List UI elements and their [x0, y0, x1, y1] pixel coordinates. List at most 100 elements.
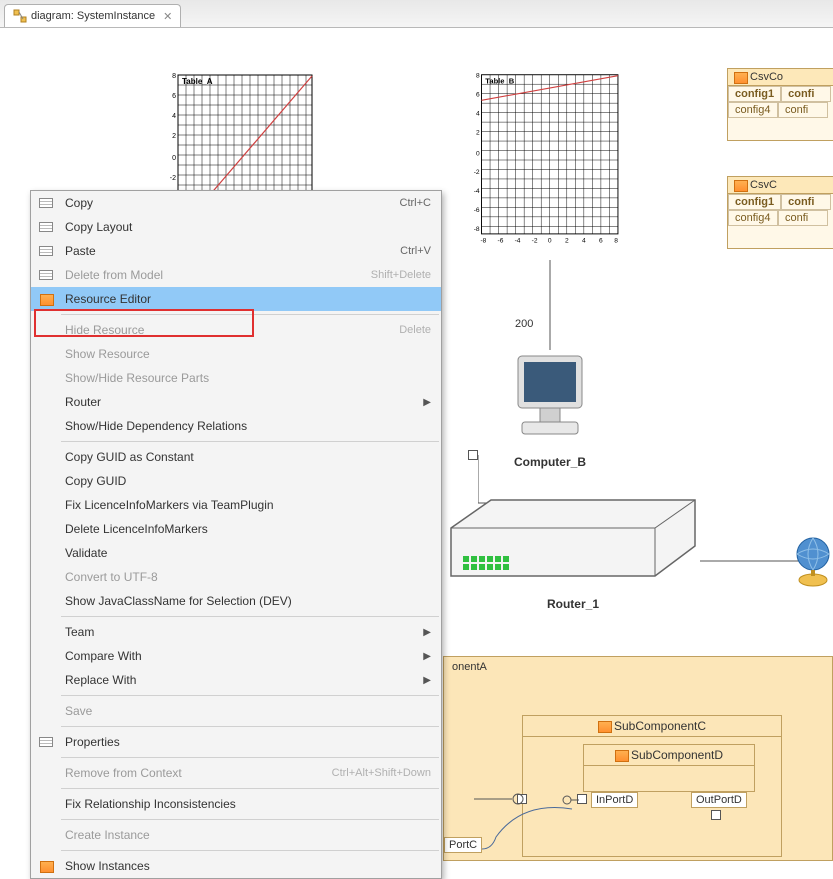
svg-text:-2: -2: [474, 169, 480, 176]
menu-item-team[interactable]: Team▶: [31, 620, 441, 644]
menu-label: Resource Editor: [61, 292, 431, 306]
menu-label: Hide Resource: [61, 323, 399, 337]
menu-label: Show JavaClassName for Selection (DEV): [61, 594, 431, 608]
computer-icon: [500, 348, 600, 448]
svg-text:2: 2: [565, 237, 569, 244]
menu-item-save: Save: [31, 699, 441, 723]
menu-label: Delete from Model: [61, 268, 371, 282]
menu-label: Create Instance: [61, 828, 431, 842]
chart-b-title: Table_B: [485, 76, 514, 85]
tab-bar: diagram: SystemInstance ✕: [0, 0, 833, 28]
svg-text:2: 2: [476, 129, 480, 136]
menu-label: Convert to UTF-8: [61, 570, 431, 584]
menu-label: Router: [61, 395, 415, 409]
component-icon: [615, 750, 627, 760]
close-icon[interactable]: ✕: [163, 10, 172, 23]
paste-icon: [39, 246, 53, 256]
svg-text:-6: -6: [474, 207, 480, 214]
menu-label: Paste: [61, 244, 400, 258]
menu-item-show-instances[interactable]: Show Instances: [31, 854, 441, 878]
port-box[interactable]: [711, 810, 721, 820]
svg-text:8: 8: [614, 237, 618, 244]
menu-item-show-resource: Show Resource: [31, 342, 441, 366]
menu-item-fix-relationship-inconsistencies[interactable]: Fix Relationship Inconsistencies: [31, 792, 441, 816]
menu-label: Copy GUID: [61, 474, 431, 488]
subcomponent-d[interactable]: SubComponentD: [583, 744, 755, 792]
menu-item-resource-editor[interactable]: Resource Editor: [31, 287, 441, 311]
chevron-right-icon: ▶: [415, 675, 431, 686]
diagram-icon: [13, 9, 27, 23]
csv-table-2[interactable]: CsvC config1confi config4confi: [727, 176, 833, 249]
context-menu: CopyCtrl+CCopy LayoutPasteCtrl+VDelete f…: [30, 190, 442, 879]
menu-item-router[interactable]: Router▶: [31, 390, 441, 414]
tab-diagram[interactable]: diagram: SystemInstance ✕: [4, 4, 181, 27]
component-a-label: onentA: [444, 657, 832, 677]
port-box[interactable]: [468, 450, 478, 460]
component-icon: [598, 721, 610, 731]
menu-item-copy-layout[interactable]: Copy Layout: [31, 215, 441, 239]
svg-text:-4: -4: [474, 188, 480, 195]
svg-text:2: 2: [172, 133, 176, 140]
globe-node[interactable]: [793, 536, 833, 593]
menu-item-show-javaclassname-for-selection-dev-[interactable]: Show JavaClassName for Selection (DEV): [31, 589, 441, 613]
menu-item-fix-licenceinfomarkers-via-teamplugin[interactable]: Fix LicenceInfoMarkers via TeamPlugin: [31, 493, 441, 517]
menu-shortcut: Ctrl+Alt+Shift+Down: [332, 767, 431, 779]
svg-text:0: 0: [476, 150, 480, 157]
tab-title: diagram: SystemInstance: [31, 10, 155, 22]
chevron-right-icon: ▶: [415, 627, 431, 638]
component-a[interactable]: onentA SubComponentC SubComponentD InPor…: [443, 656, 833, 861]
svg-text:4: 4: [172, 113, 176, 120]
router-label: Router_1: [443, 597, 703, 611]
menu-item-validate[interactable]: Validate: [31, 541, 441, 565]
svg-text:-8: -8: [474, 226, 480, 233]
menu-item-compare-with[interactable]: Compare With▶: [31, 644, 441, 668]
svg-text:8: 8: [172, 73, 176, 80]
menu-item-copy-guid[interactable]: Copy GUID: [31, 469, 441, 493]
edge-label-200: 200: [515, 318, 533, 330]
resource-icon: [40, 861, 52, 871]
menu-item-delete-from-model: Delete from ModelShift+Delete: [31, 263, 441, 287]
menu-label: Copy: [61, 196, 400, 210]
svg-text:-4: -4: [515, 237, 521, 244]
router-icon: [443, 488, 703, 588]
svg-text:0: 0: [172, 155, 176, 162]
menu-item-remove-from-context: Remove from ContextCtrl+Alt+Shift+Down: [31, 761, 441, 785]
svg-text:6: 6: [599, 237, 603, 244]
menu-item-properties[interactable]: Properties: [31, 730, 441, 754]
inport-d[interactable]: InPortD: [591, 792, 638, 808]
copy-icon: [39, 222, 53, 232]
menu-label: Properties: [61, 735, 431, 749]
menu-item-delete-licenceinfomarkers[interactable]: Delete LicenceInfoMarkers: [31, 517, 441, 541]
menu-label: Show/Hide Resource Parts: [61, 371, 431, 385]
svg-text:0: 0: [548, 237, 552, 244]
menu-label: Fix Relationship Inconsistencies: [61, 797, 431, 811]
table-icon: [734, 180, 746, 190]
edge: [474, 793, 524, 807]
menu-item-copy-guid-as-constant[interactable]: Copy GUID as Constant: [31, 445, 441, 469]
csv-table-1[interactable]: CsvCo config1confi config4confi: [727, 68, 833, 141]
edge-chart-computer: [548, 260, 552, 350]
menu-label: Show Instances: [61, 859, 431, 873]
menu-item-copy[interactable]: CopyCtrl+C: [31, 191, 441, 215]
menu-label: Save: [61, 704, 431, 718]
delete-icon: [39, 270, 53, 280]
menu-item-show-hide-dependency-relations[interactable]: Show/Hide Dependency Relations: [31, 414, 441, 438]
menu-item-paste[interactable]: PasteCtrl+V: [31, 239, 441, 263]
chevron-right-icon: ▶: [415, 397, 431, 408]
router-node[interactable]: Router_1: [443, 488, 703, 611]
props-icon: [39, 737, 53, 747]
menu-label: Copy Layout: [61, 220, 431, 234]
svg-text:-2: -2: [170, 175, 176, 182]
svg-text:8: 8: [476, 73, 480, 80]
computer-node[interactable]: Computer_B: [500, 348, 600, 469]
svg-text:-8: -8: [480, 237, 486, 244]
chart-table-b[interactable]: Table_B 86420-2-4-6-8 -8-6-4-202468: [460, 70, 630, 250]
menu-label: Validate: [61, 546, 431, 560]
menu-item-replace-with[interactable]: Replace With▶: [31, 668, 441, 692]
menu-shortcut: Delete: [399, 324, 431, 336]
menu-label: Remove from Context: [61, 766, 332, 780]
menu-label: Compare With: [61, 649, 415, 663]
outport-d[interactable]: OutPortD: [691, 792, 747, 808]
menu-label: Fix LicenceInfoMarkers via TeamPlugin: [61, 498, 431, 512]
port-c[interactable]: PortC: [444, 837, 482, 853]
